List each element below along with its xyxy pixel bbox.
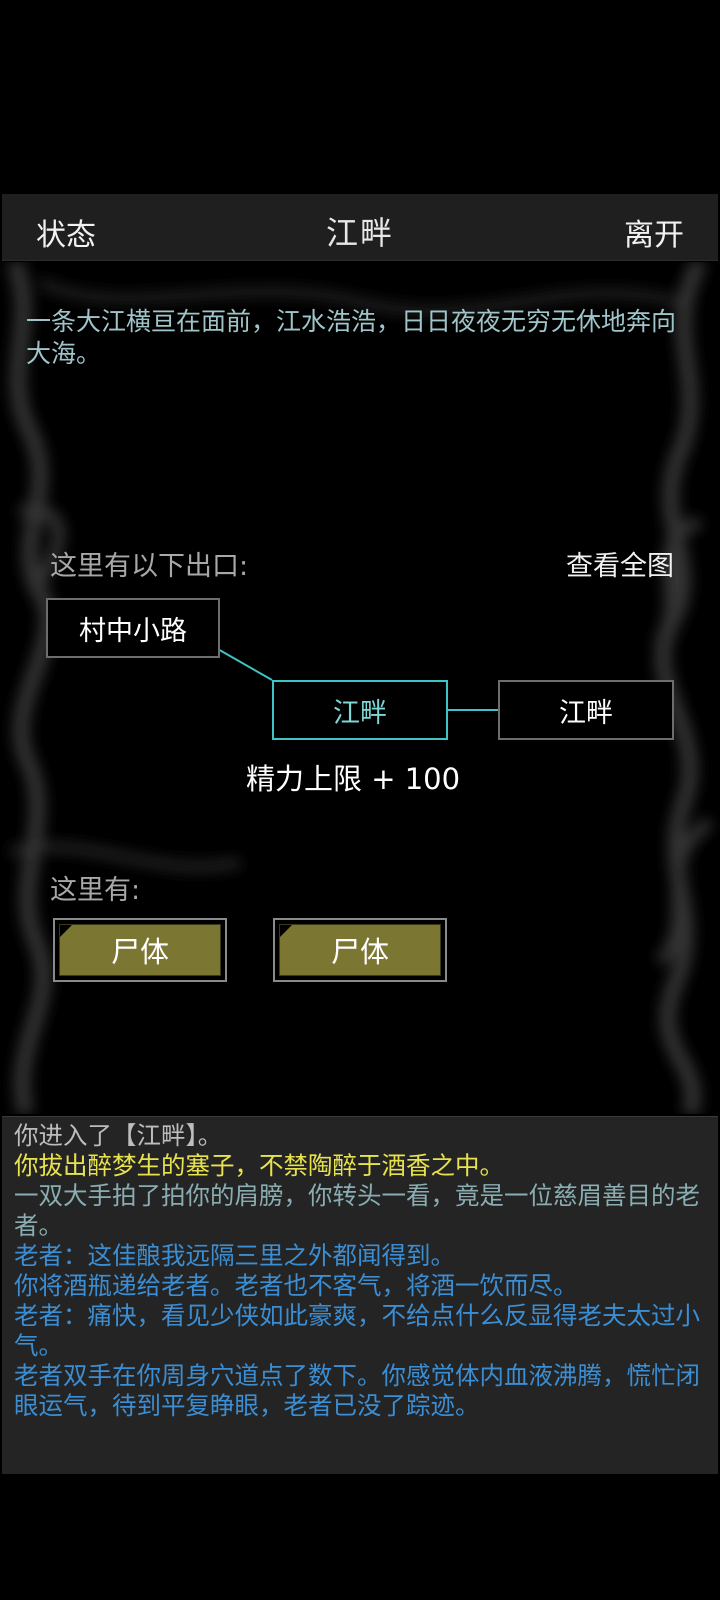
scene-panel: 一条大江横亘在面前，江水浩浩，日日夜夜无穷无休地奔向大海。 这里有以下出口: 查…	[0, 262, 720, 1114]
location-title: 江畔	[325, 214, 394, 252]
exit-room-village-path[interactable]: 村中小路	[46, 598, 220, 658]
item-corpse-face: 尸体	[59, 924, 221, 976]
here-label: 这里有:	[50, 875, 141, 906]
log-line: 一双大手拍了拍你的肩膀，你转头一看，竟是一位慈眉善目的老者。	[14, 1181, 700, 1240]
item-label: 尸体	[330, 935, 389, 969]
item-label: 尸体	[110, 935, 169, 969]
item-corpse[interactable]: 尸体	[53, 918, 227, 982]
log-line: 老者双手在你周身穴道点了数下。你感觉体内血液沸腾，慌忙闭眼运气，待到平复睁眼，老…	[14, 1361, 700, 1420]
stat-bonus-text: 精力上限 + 100	[246, 762, 461, 796]
leave-button[interactable]: 离开	[624, 210, 684, 254]
message-log[interactable]: 你进入了【江畔】。 你拔出醉梦生的塞子，不禁陶醉于酒香之中。 一双大手拍了拍你的…	[2, 1116, 718, 1474]
log-line: 你将酒瓶递给老者。老者也不客气，将酒一饮而尽。	[14, 1271, 578, 1300]
log-line: 你拔出醉梦生的塞子，不禁陶醉于酒香之中。	[14, 1151, 504, 1180]
item-corpse[interactable]: 尸体	[273, 918, 447, 982]
folded-corner-icon	[280, 925, 292, 937]
exit-room-riverside-east[interactable]: 江畔	[498, 680, 674, 740]
log-line: 老者：这佳酿我远隔三里之外都闻得到。	[14, 1241, 455, 1270]
folded-corner-icon	[60, 925, 72, 937]
log-line: 你进入了【江畔】。	[14, 1121, 223, 1150]
log-line: 老者：痛快，看见少侠如此豪爽，不给点什么反显得老夫太过小气。	[14, 1301, 700, 1360]
item-corpse-face: 尸体	[279, 924, 441, 976]
current-room: 江畔	[272, 680, 448, 740]
top-bar: 状态 江畔 离开	[2, 194, 718, 261]
